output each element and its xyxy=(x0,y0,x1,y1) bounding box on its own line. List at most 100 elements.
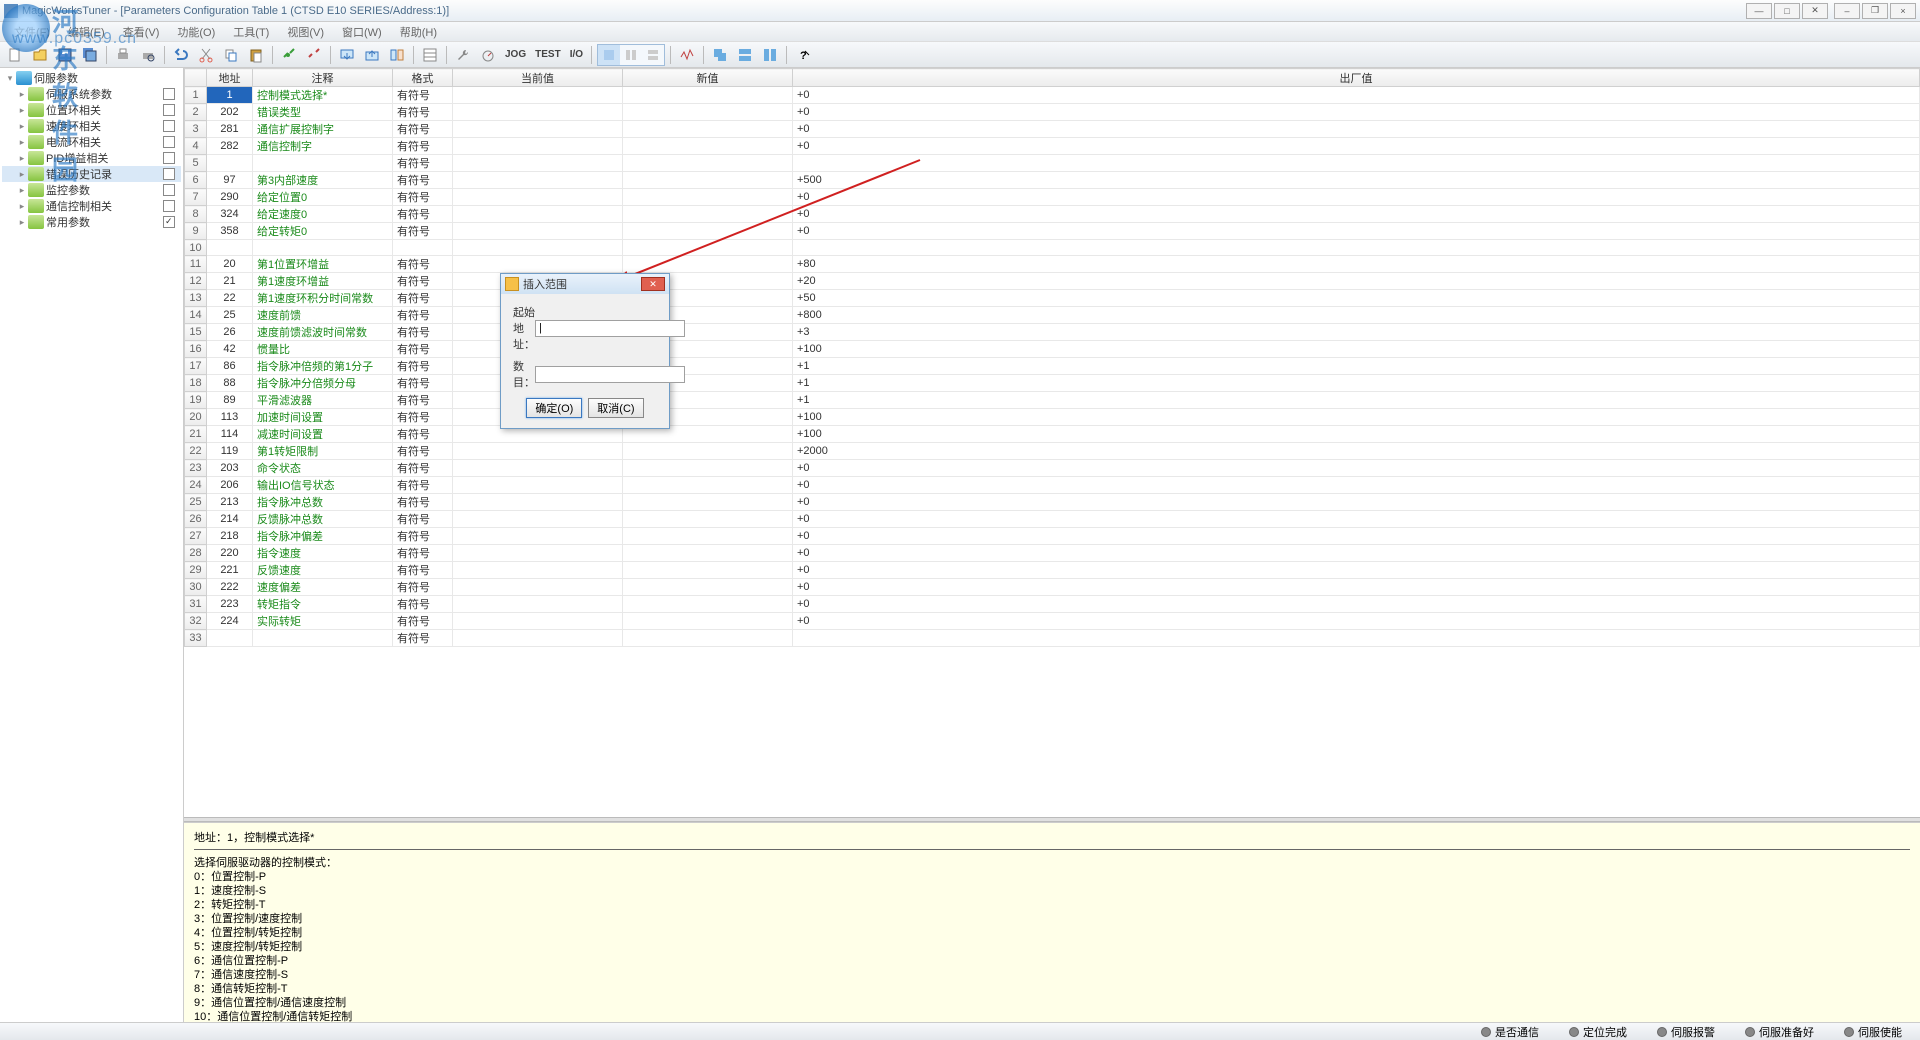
undo-icon[interactable] xyxy=(170,44,192,66)
table-row[interactable]: 29 221 反馈速度 有符号 +0 xyxy=(185,562,1920,579)
expand-icon[interactable]: ▸ xyxy=(16,105,28,116)
minimize-button[interactable]: — xyxy=(1746,3,1772,19)
child-close-button[interactable]: × xyxy=(1890,3,1916,19)
tree-item-checkbox[interactable] xyxy=(163,136,175,148)
col-default[interactable]: 出厂值 xyxy=(793,69,1920,87)
upload-icon[interactable] xyxy=(336,44,358,66)
table-row[interactable]: 20 113 加速时间设置 有符号 +100 xyxy=(185,409,1920,426)
tree-item-6[interactable]: ▸ 监控参数 xyxy=(2,182,181,198)
ok-button[interactable]: 确定(O) xyxy=(526,398,582,418)
col-desc[interactable]: 注释 xyxy=(253,69,393,87)
param-table-icon[interactable] xyxy=(419,44,441,66)
tree-item-checkbox[interactable] xyxy=(163,152,175,164)
start-address-input[interactable] xyxy=(535,320,685,337)
print-preview-icon[interactable] xyxy=(137,44,159,66)
tree-item-checkbox[interactable] xyxy=(163,184,175,196)
maximize-button[interactable]: □ xyxy=(1774,3,1800,19)
expand-icon[interactable]: ▸ xyxy=(16,185,28,196)
table-row[interactable]: 16 42 惯量比 有符号 +100 xyxy=(185,341,1920,358)
close-button[interactable]: ✕ xyxy=(1802,3,1828,19)
table-row[interactable]: 27 218 指令脉冲偏差 有符号 +0 xyxy=(185,528,1920,545)
cut-icon[interactable] xyxy=(195,44,217,66)
table-row[interactable]: 31 223 转矩指令 有符号 +0 xyxy=(185,596,1920,613)
cancel-button[interactable]: 取消(C) xyxy=(588,398,643,418)
tree-item-0[interactable]: ▸ 伺服系统参数 xyxy=(2,86,181,102)
expand-icon[interactable]: ▸ xyxy=(16,169,28,180)
compare-icon[interactable] xyxy=(386,44,408,66)
table-row[interactable]: 1 1 控制模式选择* 有符号 +0 xyxy=(185,87,1920,104)
dialog-close-button[interactable]: ✕ xyxy=(641,277,665,291)
tree-item-checkbox[interactable] xyxy=(163,200,175,212)
wrench-icon[interactable] xyxy=(452,44,474,66)
gauge-icon[interactable] xyxy=(477,44,499,66)
tree-item-2[interactable]: ▸ 速度环相关 xyxy=(2,118,181,134)
table-row[interactable]: 2 202 错误类型 有符号 +0 xyxy=(185,104,1920,121)
tree-item-5[interactable]: ▸ 错误历史记录 xyxy=(2,166,181,182)
table-row[interactable]: 9 358 给定转矩0 有符号 +0 xyxy=(185,223,1920,240)
tree-item-8[interactable]: ▸ 常用参数 xyxy=(2,214,181,230)
tree-root-row[interactable]: ▾ 伺服参数 xyxy=(2,70,181,86)
table-row[interactable]: 12 21 第1速度环增益 有符号 +20 xyxy=(185,273,1920,290)
table-row[interactable]: 13 22 第1速度环积分时间常数 有符号 +50 xyxy=(185,290,1920,307)
tree-item-checkbox[interactable] xyxy=(163,168,175,180)
table-row[interactable]: 11 20 第1位置环增益 有符号 +80 xyxy=(185,256,1920,273)
table-row[interactable]: 25 213 指令脉冲总数 有符号 +0 xyxy=(185,494,1920,511)
dialog-titlebar[interactable]: 插入范围 ✕ xyxy=(501,274,669,294)
table-row[interactable]: 32 224 实际转矩 有符号 +0 xyxy=(185,613,1920,630)
col-format[interactable]: 格式 xyxy=(393,69,453,87)
col-new[interactable]: 新值 xyxy=(623,69,793,87)
tree-item-4[interactable]: ▸ PID增益相关 xyxy=(2,150,181,166)
menu-view[interactable]: 查看(V) xyxy=(115,22,168,42)
table-row[interactable]: 28 220 指令速度 有符号 +0 xyxy=(185,545,1920,562)
table-row[interactable]: 15 26 速度前馈滤波时间常数 有符号 +3 xyxy=(185,324,1920,341)
menu-edit[interactable]: 编辑(E) xyxy=(60,22,113,42)
print-icon[interactable] xyxy=(112,44,134,66)
test-label[interactable]: TEST xyxy=(532,49,564,60)
table-row[interactable]: 17 86 指令脉冲倍频的第1分子 有符号 +1 xyxy=(185,358,1920,375)
window-tile-v-icon[interactable] xyxy=(759,44,781,66)
parameter-grid[interactable]: 地址 注释 格式 当前值 新值 出厂值 1 1 控制模式选择* 有符号 +02 … xyxy=(184,68,1920,817)
save-all-icon[interactable] xyxy=(79,44,101,66)
col-address[interactable]: 地址 xyxy=(207,69,253,87)
menu-window[interactable]: 窗口(W) xyxy=(334,22,390,42)
table-row[interactable]: 26 214 反馈脉冲总数 有符号 +0 xyxy=(185,511,1920,528)
child-restore-button[interactable]: ❐ xyxy=(1862,3,1888,19)
expand-icon[interactable]: ▸ xyxy=(16,89,28,100)
window-cascade-icon[interactable] xyxy=(709,44,731,66)
tree-item-checkbox[interactable] xyxy=(163,88,175,100)
new-file-icon[interactable] xyxy=(4,44,26,66)
table-row[interactable]: 19 89 平滑滤波器 有符号 +1 xyxy=(185,392,1920,409)
expand-icon[interactable]: ▸ xyxy=(16,137,28,148)
menu-help[interactable]: 帮助(H) xyxy=(392,22,445,42)
table-row[interactable]: 30 222 速度偏差 有符号 +0 xyxy=(185,579,1920,596)
tree-item-checkbox[interactable] xyxy=(163,120,175,132)
table-row[interactable]: 14 25 速度前馈 有符号 +800 xyxy=(185,307,1920,324)
col-current[interactable]: 当前值 xyxy=(453,69,623,87)
open-icon[interactable] xyxy=(29,44,51,66)
save-icon[interactable] xyxy=(54,44,76,66)
menu-file[interactable]: 文件(F) xyxy=(6,22,58,42)
tree-item-3[interactable]: ▸ 电流环相关 xyxy=(2,134,181,150)
tree-item-checkbox[interactable] xyxy=(163,216,175,228)
table-row[interactable]: 23 203 命令状态 有符号 +0 xyxy=(185,460,1920,477)
expand-icon[interactable]: ▸ xyxy=(16,201,28,212)
connect-icon[interactable] xyxy=(278,44,300,66)
view-mode-2[interactable] xyxy=(620,45,642,65)
window-tile-h-icon[interactable] xyxy=(734,44,756,66)
tree-item-1[interactable]: ▸ 位置环相关 xyxy=(2,102,181,118)
table-row[interactable]: 22 119 第1转矩限制 有符号 +2000 xyxy=(185,443,1920,460)
view-mode-1[interactable] xyxy=(598,45,620,65)
copy-icon[interactable] xyxy=(220,44,242,66)
scope-icon[interactable] xyxy=(676,44,698,66)
menu-function[interactable]: 功能(O) xyxy=(169,22,223,42)
io-label[interactable]: I/O xyxy=(567,49,586,60)
tree-item-checkbox[interactable] xyxy=(163,104,175,116)
table-row[interactable]: 3 281 通信扩展控制字 有符号 +0 xyxy=(185,121,1920,138)
table-row[interactable]: 5 有符号 xyxy=(185,155,1920,172)
child-minimize-button[interactable]: – xyxy=(1834,3,1860,19)
tree-item-7[interactable]: ▸ 通信控制相关 xyxy=(2,198,181,214)
menu-view2[interactable]: 视图(V) xyxy=(279,22,332,42)
download-icon[interactable] xyxy=(361,44,383,66)
table-row[interactable]: 4 282 通信控制字 有符号 +0 xyxy=(185,138,1920,155)
jog-label[interactable]: JOG xyxy=(502,49,529,60)
